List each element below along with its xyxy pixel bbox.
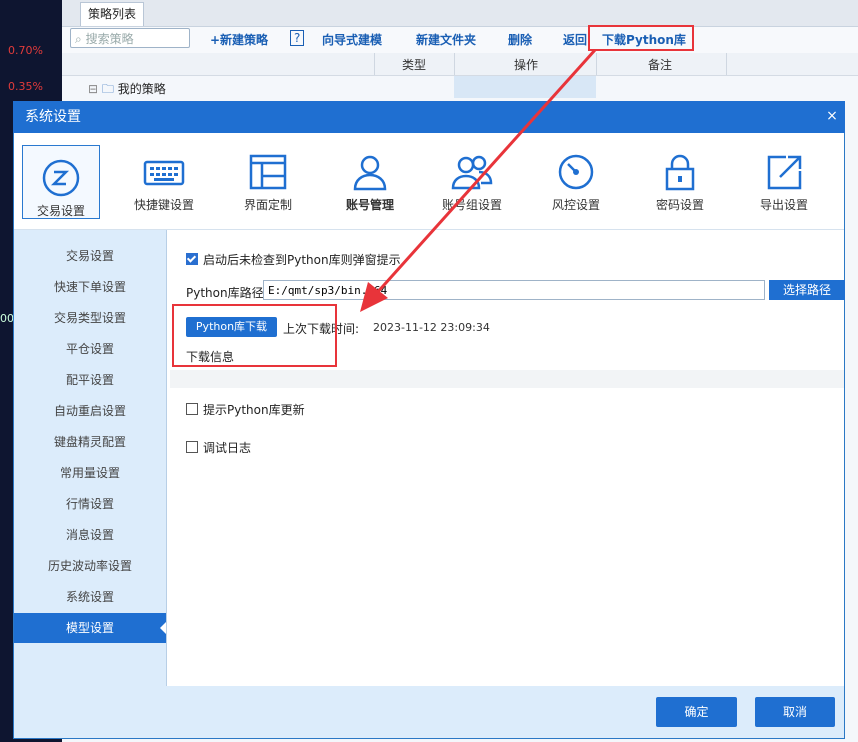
sidebar-item-balance[interactable]: 配平设置	[14, 365, 166, 395]
back-button[interactable]: 返回	[563, 31, 587, 48]
new-folder-button[interactable]: 新建文件夹	[416, 31, 476, 48]
update-option[interactable]: 提示Python库更新	[186, 401, 305, 418]
highlight-box	[588, 25, 694, 51]
cancel-button[interactable]: 取消	[755, 697, 835, 727]
user-icon	[353, 155, 387, 191]
sidebar-item-keyboard-wizard[interactable]: 键盘精灵配置	[14, 427, 166, 457]
search-icon: ⌕	[75, 32, 82, 46]
column-divider	[596, 53, 597, 75]
column-note: 备注	[648, 58, 673, 72]
sidebar-item-volatility[interactable]: 历史波动率设置	[14, 551, 166, 581]
sidebar-item-auto-restart[interactable]: 自动重启设置	[14, 396, 166, 426]
search-input[interactable]: ⌕ 搜索策略	[70, 28, 190, 48]
tab-label: 账号组设置	[441, 198, 502, 212]
tab-label: 风控设置	[551, 198, 600, 212]
selection-notch	[160, 622, 166, 634]
sidebar-item-message[interactable]: 消息设置	[14, 520, 166, 550]
tab-risk-control[interactable]: 风控设置	[526, 140, 626, 224]
new-strategy-button[interactable]: +新建策略	[210, 31, 268, 48]
python-path-input[interactable]	[263, 280, 765, 300]
tab-label: 交易设置	[36, 204, 85, 218]
last-download-value: 2023-11-12 23:09:34	[373, 321, 490, 334]
column-divider	[726, 53, 727, 75]
tab-trade-settings[interactable]: 交易设置	[22, 145, 100, 219]
sidebar-item-market[interactable]: 行情设置	[14, 489, 166, 519]
column-type: 类型	[402, 58, 427, 72]
folder-icon: 🗀	[101, 82, 114, 96]
debug-checkbox[interactable]	[186, 441, 198, 453]
sidebar-item-common-volume[interactable]: 常用量设置	[14, 458, 166, 488]
table-header	[62, 53, 858, 76]
tab-label: 快捷键设置	[133, 198, 194, 212]
tab-bar	[62, 0, 858, 27]
tick-value: 00	[0, 312, 14, 325]
trade-settings-icon	[42, 159, 80, 197]
ok-button[interactable]: 确定	[656, 697, 737, 727]
table-cell	[454, 76, 596, 98]
sidebar-item-trade-type[interactable]: 交易类型设置	[14, 303, 166, 333]
python-path-label: Python库路径	[186, 286, 264, 300]
layout-icon	[249, 154, 287, 190]
auto-check-option[interactable]: 启动后未检查到Python库则弹窗提示	[186, 251, 401, 268]
sidebar-item-trade[interactable]: 交易设置	[14, 241, 166, 271]
tab-account-group[interactable]: 账号组设置	[422, 140, 522, 224]
update-label: 提示Python库更新	[203, 403, 305, 417]
tab-label: 界面定制	[243, 198, 292, 212]
tab-export-settings[interactable]: 导出设置	[734, 140, 834, 224]
download-info-area	[170, 370, 844, 388]
tab-strategy-list[interactable]: 策略列表	[80, 2, 144, 26]
tab-interface-custom[interactable]: 界面定制	[218, 140, 318, 224]
tab-label: 导出设置	[759, 198, 808, 212]
sidebar-item-quick-order[interactable]: 快速下单设置	[14, 272, 166, 302]
sidebar-item-system[interactable]: 系统设置	[14, 582, 166, 612]
collapse-icon[interactable]: ⊟	[88, 82, 98, 96]
delete-button[interactable]: 删除	[508, 31, 532, 48]
user-group-icon	[451, 155, 493, 190]
dialog-title: 系统设置	[13, 101, 845, 133]
tab-label: 账号管理	[345, 198, 394, 212]
auto-check-label: 启动后未检查到Python库则弹窗提示	[203, 253, 401, 267]
sidebar-item-close-position[interactable]: 平仓设置	[14, 334, 166, 364]
choose-path-button[interactable]: 选择路径	[769, 280, 845, 300]
lock-icon	[665, 154, 695, 191]
close-icon[interactable]: ×	[822, 106, 842, 126]
help-button[interactable]: ?	[290, 30, 305, 46]
column-divider	[454, 53, 455, 75]
tab-shortcut-settings[interactable]: 快捷键设置	[114, 140, 214, 224]
tab-account-management[interactable]: 账号管理	[320, 140, 420, 224]
gauge-icon	[558, 154, 594, 190]
wizard-button[interactable]: 向导式建模	[322, 31, 382, 48]
search-placeholder: 搜索策略	[85, 32, 134, 46]
highlight-box	[172, 304, 337, 367]
export-icon	[767, 155, 802, 190]
change-value: 0.35%	[8, 80, 43, 93]
sidebar-item-model[interactable]: 模型设置	[14, 613, 166, 643]
column-action: 操作	[514, 58, 539, 72]
tree-item-label: 我的策略	[117, 82, 166, 96]
tab-password-settings[interactable]: 密码设置	[630, 140, 730, 224]
debug-label: 调试日志	[203, 441, 252, 455]
tab-label: 密码设置	[655, 198, 704, 212]
keyboard-icon	[143, 160, 185, 186]
column-divider	[374, 53, 375, 75]
change-value: 0.70%	[8, 44, 43, 57]
auto-check-checkbox[interactable]	[186, 253, 198, 265]
debug-option[interactable]: 调试日志	[186, 439, 251, 456]
update-checkbox[interactable]	[186, 403, 198, 415]
tree-item-my-strategies[interactable]: ⊟ 🗀 我的策略	[88, 80, 166, 101]
